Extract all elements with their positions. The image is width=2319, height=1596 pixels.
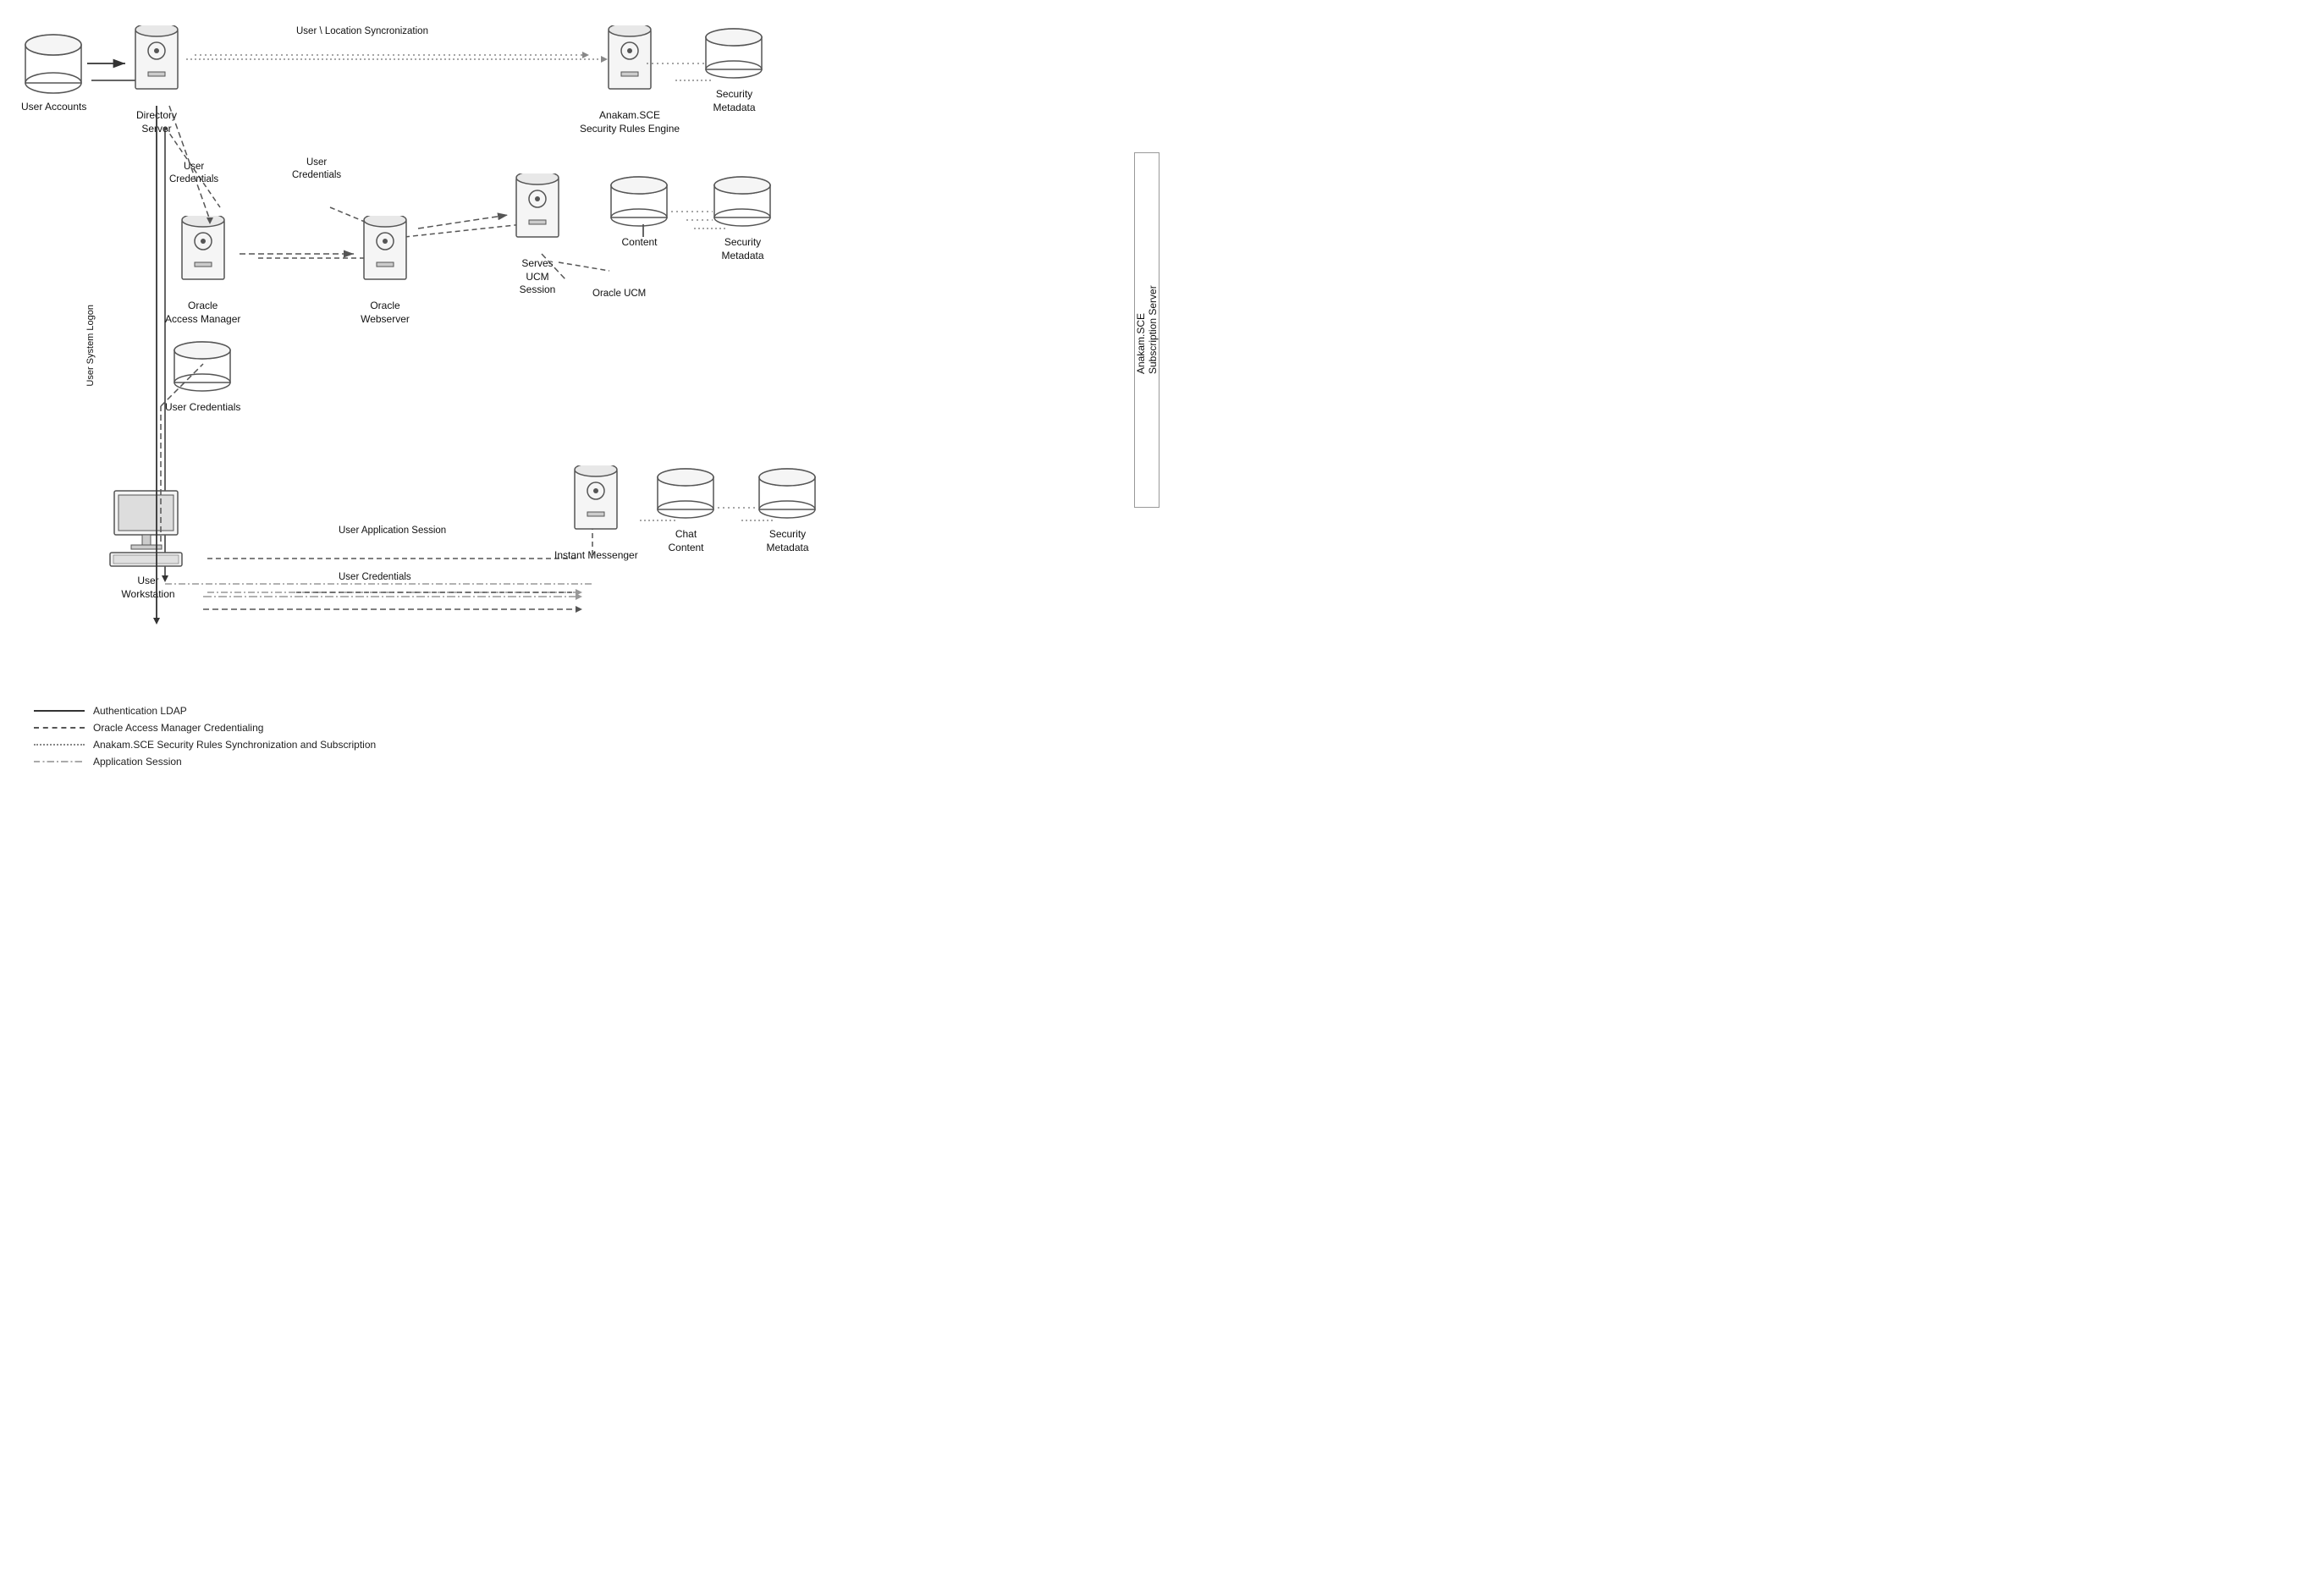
user-accounts-label: User Accounts [21, 101, 86, 114]
user-location-sync-label: User \ Location Syncronization [296, 25, 428, 38]
legend-line-ldap [34, 710, 85, 712]
legend-item-anakam: Anakam.SCE Security Rules Synchronizatio… [34, 739, 376, 751]
instant-messenger-label: Instant Messenger [554, 549, 638, 563]
legend-label-ldap: Authentication LDAP [93, 705, 187, 717]
oracle-access-manager-label: OracleAccess Manager [165, 300, 240, 326]
ow-server-icon [351, 216, 419, 296]
user-app-session-label: User Application Session [339, 525, 446, 537]
security-metadata-im-icon [756, 465, 819, 525]
user-credentials-below-oam-label: User Credentials [165, 401, 240, 415]
legend-label-app-session: Application Session [93, 756, 182, 768]
legend-label-oam: Oracle Access Manager Credentialing [93, 722, 263, 734]
user-creds-cylinder-icon [171, 338, 234, 398]
legend-item-oam: Oracle Access Manager Credentialing [34, 722, 376, 734]
oracle-access-manager-component: OracleAccess Manager [165, 216, 240, 326]
chat-content-component: ChatContent [654, 465, 718, 554]
legend-line-app-session [34, 761, 85, 762]
im-server-icon [562, 465, 630, 546]
legend-line-anakam [34, 744, 85, 746]
workstation-icon [102, 487, 195, 571]
security-metadata-ucm-icon [711, 173, 774, 233]
oracle-ucm-label: Oracle UCM [592, 288, 646, 300]
anakam-sce-engine-component: Anakam.SCESecurity Rules Engine [580, 25, 680, 135]
anakam-server-icon [596, 25, 664, 106]
legend-item-app-session: Application Session [34, 756, 376, 768]
user-system-logon-label: User System Logon [85, 305, 96, 387]
instant-messenger-component: Instant Messenger [554, 465, 638, 563]
anakam-sce-engine-label: Anakam.SCESecurity Rules Engine [580, 109, 680, 135]
security-metadata-im-component: SecurityMetadata [756, 465, 819, 554]
security-metadata-ucm-label: SecurityMetadata [721, 236, 763, 262]
oracle-webserver-label: OracleWebserver [361, 300, 410, 326]
user-workstation-label: UserWorkstation [121, 575, 174, 601]
subscription-server-label: Anakam.SCESubscription Server [1134, 152, 1160, 508]
oam-server-icon [169, 216, 237, 296]
user-credentials-cylinder: User Credentials [165, 338, 240, 415]
directory-server-label: DirectoryServer [136, 109, 177, 135]
user-accounts-icon [22, 30, 85, 97]
diagram-container: User Accounts DirectoryServer User \ Loc… [0, 0, 1160, 798]
legend: Authentication LDAP Oracle Access Manage… [34, 705, 376, 773]
chat-content-label: ChatContent [668, 528, 703, 554]
serves-ucm-icon [504, 173, 571, 254]
legend-line-oam [34, 727, 85, 729]
serves-ucm-label: ServesUCMSession [520, 257, 556, 297]
user-creds-im-label: User Credentials [339, 571, 411, 584]
security-metadata-top-icon [702, 25, 766, 85]
security-metadata-im-label: SecurityMetadata [766, 528, 808, 554]
user-workstation-component: UserWorkstation [102, 487, 195, 601]
legend-label-anakam: Anakam.SCE Security Rules Synchronizatio… [93, 739, 376, 751]
security-metadata-top-component: SecurityMetadata [702, 25, 766, 114]
content-label: Content [621, 236, 657, 250]
security-metadata-ucm-component: SecurityMetadata [711, 173, 774, 262]
security-metadata-top-label: SecurityMetadata [713, 88, 755, 114]
serves-ucm-component: ServesUCMSession [504, 173, 571, 297]
legend-item-ldap: Authentication LDAP [34, 705, 376, 717]
user-creds-ow-label: UserCredentials [292, 157, 341, 182]
user-accounts-component: User Accounts [21, 30, 86, 114]
chat-content-icon [654, 465, 718, 525]
directory-server-component: DirectoryServer [123, 25, 190, 135]
user-creds-oam-label: UserCredentials [169, 161, 218, 186]
directory-server-icon [123, 25, 190, 106]
oracle-webserver-component: OracleWebserver [351, 216, 419, 326]
content-cylinder-icon [608, 173, 671, 233]
content-cylinder-component: Content [608, 173, 671, 250]
